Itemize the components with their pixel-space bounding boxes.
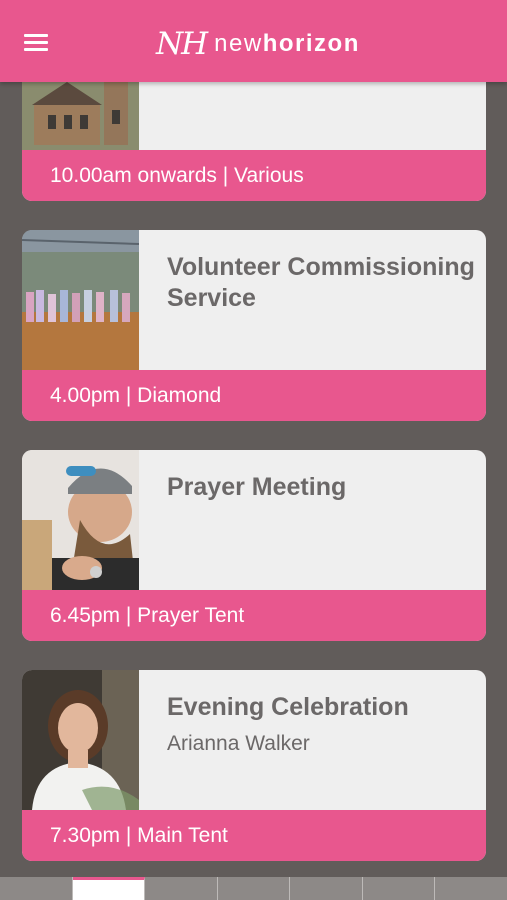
bottom-tab-2[interactable] (72, 877, 146, 900)
app-logo: NH newhorizon (156, 26, 360, 62)
hamburger-menu-icon[interactable] (24, 34, 48, 52)
event-card[interactable]: Volunteer Commissioning Service 4.00pm |… (22, 230, 486, 421)
event-title: Volunteer Commissioning Service (167, 253, 475, 312)
logo-prefix: new (214, 30, 263, 57)
logo-wordmark: newhorizon (214, 30, 360, 58)
event-speaker: Arianna Walker (167, 732, 310, 755)
event-image-hall (22, 230, 139, 370)
event-image-prayer (22, 450, 139, 590)
event-card[interactable]: Prayer Meeting 6.45pm | Prayer Tent (22, 450, 486, 641)
bottom-tab-4[interactable] (218, 877, 291, 900)
event-time-location: 7.30pm | Main Tent (22, 810, 486, 861)
event-time-location: 6.45pm | Prayer Tent (22, 590, 486, 641)
bottom-tab-bar (0, 877, 507, 900)
bottom-tab-6[interactable] (363, 877, 436, 900)
logo-bold: horizon (262, 30, 360, 57)
bottom-tab-1[interactable] (0, 877, 73, 900)
event-title: Prayer Meeting (167, 473, 347, 501)
bottom-tab-5[interactable] (290, 877, 363, 900)
event-image-speaker (22, 670, 139, 810)
bottom-tab-3[interactable] (145, 877, 218, 900)
app-header: NH newhorizon (0, 0, 507, 82)
event-time-location: 4.00pm | Diamond (22, 370, 486, 421)
event-title: Evening Celebration (167, 693, 409, 721)
logo-mark: NH (156, 26, 208, 62)
event-card[interactable]: Evening Celebration Arianna Walker 7.30p… (22, 670, 486, 861)
event-time-location: 10.00am onwards | Various (22, 150, 486, 201)
bottom-tab-7[interactable] (435, 877, 507, 900)
